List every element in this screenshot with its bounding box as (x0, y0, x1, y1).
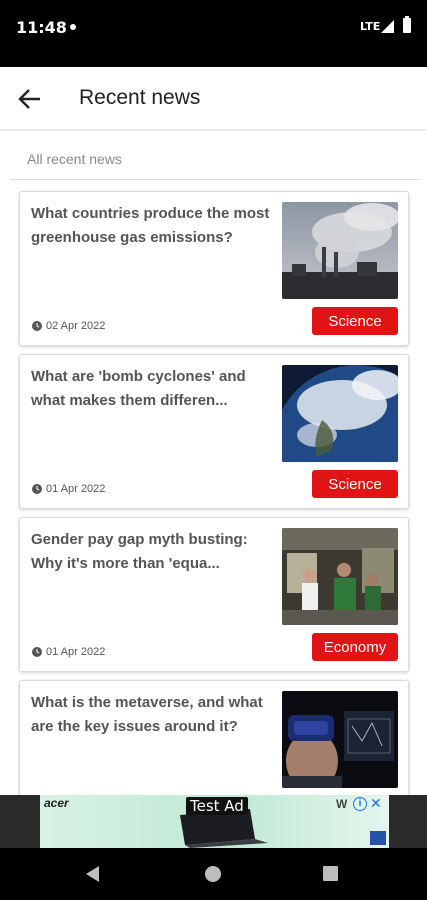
notification-dot-icon (70, 24, 76, 30)
news-date-text: 01 Apr 2022 (46, 483, 106, 495)
news-date: 01 Apr 2022 (32, 483, 105, 495)
news-date: 01 Apr 2022 (32, 646, 105, 658)
news-card[interactable]: What countries produce the most greenhou… (19, 191, 409, 346)
signal-icon (381, 20, 394, 33)
news-card[interactable]: What are 'bomb cyclones' and what makes … (19, 354, 409, 509)
category-tag[interactable]: Science (312, 470, 398, 498)
news-card[interactable]: What is the metaverse, and what are the … (19, 680, 409, 795)
news-date-text: 02 Apr 2022 (46, 320, 106, 332)
news-date: 02 Apr 2022 (32, 320, 105, 332)
ad-info-icon[interactable]: i (353, 797, 367, 811)
arrow-left-icon (18, 89, 40, 109)
news-card[interactable]: Gender pay gap myth busting: Why it's mo… (19, 517, 409, 672)
clock-icon (32, 647, 42, 657)
factory-smoke-image (282, 202, 398, 299)
app-bar: Recent news (0, 67, 427, 130)
ad-close-icon[interactable]: ✕ (370, 796, 382, 810)
category-tag[interactable]: Economy (312, 633, 398, 661)
section-label: All recent news (27, 151, 122, 167)
ad-logo-icon: W (336, 797, 348, 811)
page-title: Recent news (79, 86, 201, 109)
news-headline: What are 'bomb cyclones' and what makes … (31, 368, 246, 409)
back-button[interactable] (14, 84, 46, 114)
nav-recents-icon[interactable] (323, 866, 338, 881)
status-bar: 11:48 LTE (0, 0, 427, 67)
battery-icon (403, 16, 411, 33)
vr-headset-image (282, 691, 398, 788)
earth-clouds-image (282, 365, 398, 462)
office-workers-image (282, 528, 398, 625)
ad-brand-mark-icon (370, 831, 386, 845)
news-date-text: 01 Apr 2022 (46, 646, 106, 658)
ad-content[interactable]: acer Test Ad W i ✕ (40, 795, 389, 848)
clock-icon (32, 321, 42, 331)
system-nav-bar (0, 848, 427, 900)
news-list[interactable]: What countries produce the most greenhou… (0, 190, 427, 795)
news-headline: Gender pay gap myth busting: Why it's mo… (31, 531, 248, 572)
ad-brand: acer (44, 796, 69, 810)
nav-back-icon[interactable] (86, 866, 99, 882)
section-divider (10, 179, 419, 180)
ad-banner: acer Test Ad W i ✕ (0, 795, 427, 848)
status-time: 11:48 (16, 18, 67, 37)
news-headline: What is the metaverse, and what are the … (31, 694, 263, 735)
category-tag[interactable]: Science (312, 307, 398, 335)
ad-label: Test Ad (186, 797, 248, 815)
news-headline: What countries produce the most greenhou… (31, 205, 270, 246)
network-type: LTE (360, 20, 381, 33)
nav-home-icon[interactable] (205, 866, 221, 882)
clock-icon (32, 484, 42, 494)
